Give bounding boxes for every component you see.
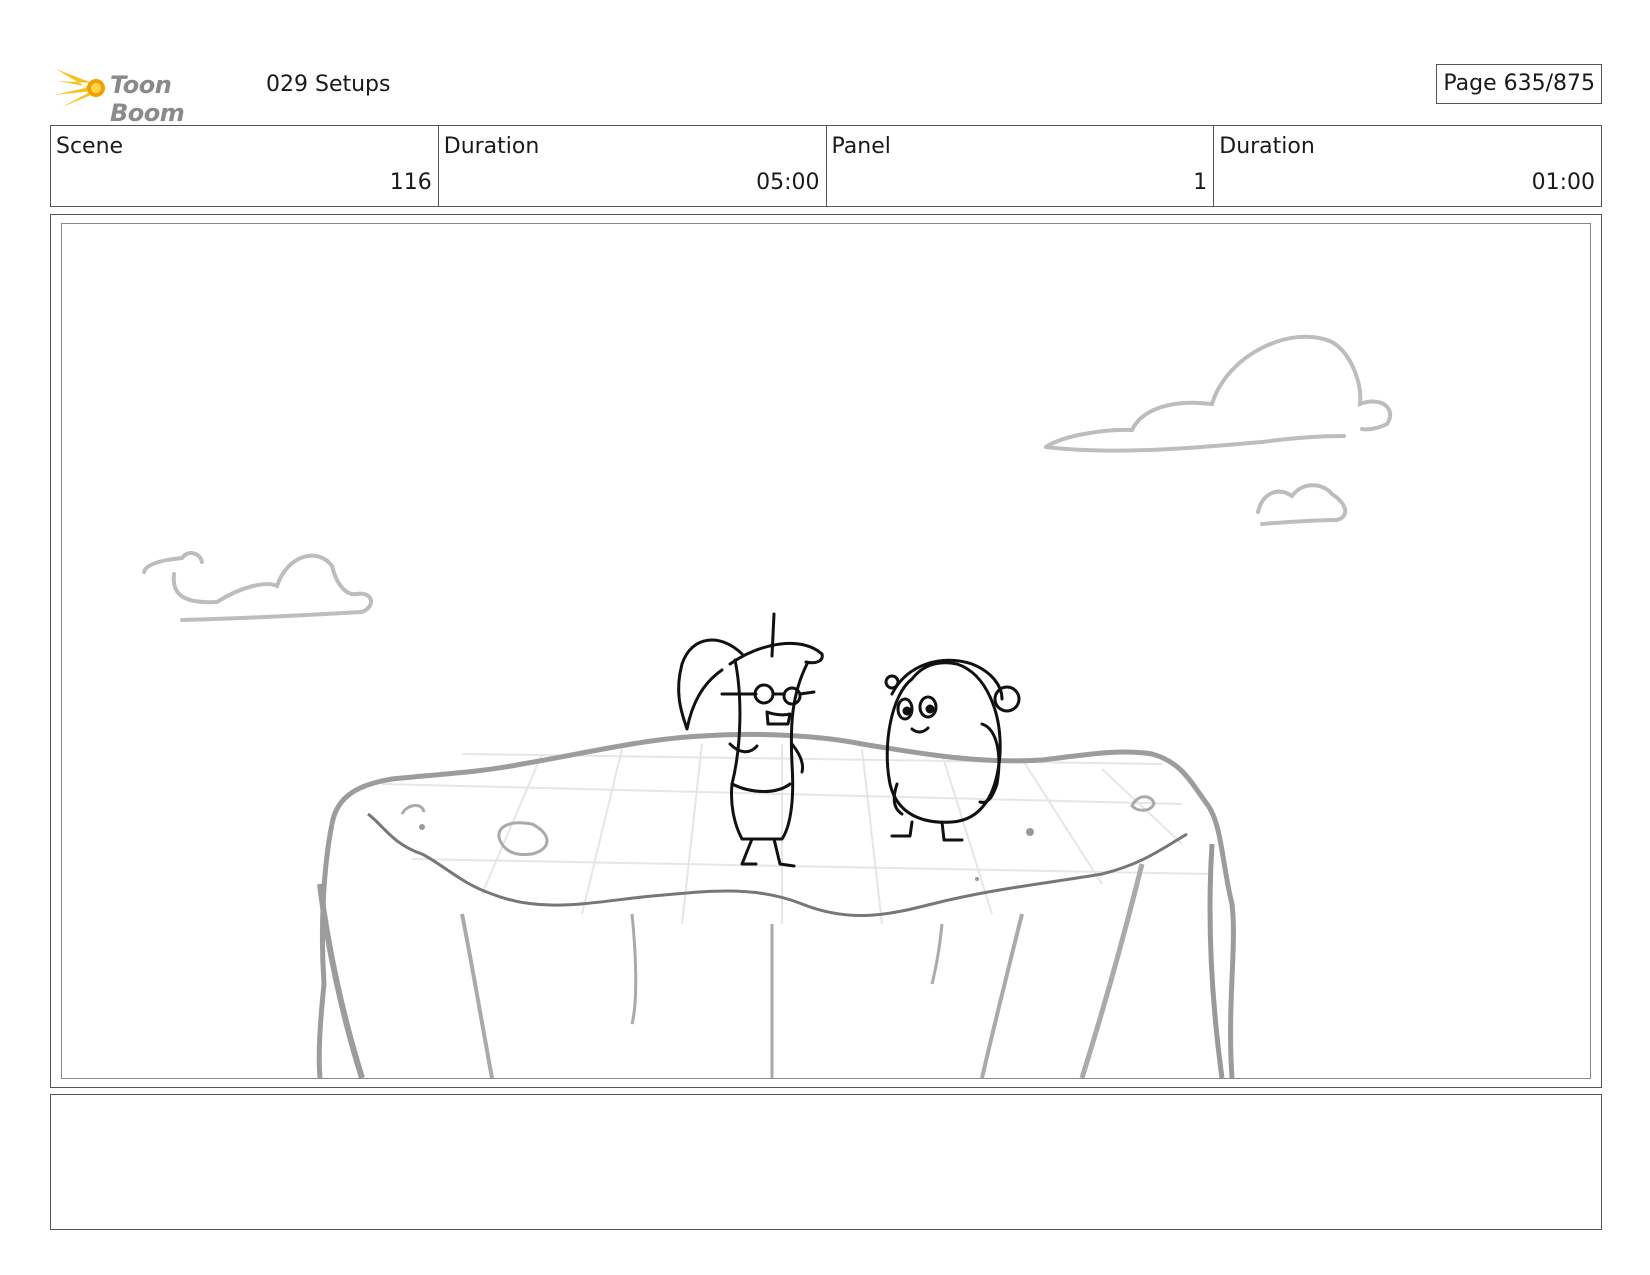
cliff-icon <box>316 731 1236 1078</box>
panel-label: Panel <box>831 134 891 159</box>
toon-boom-logo-icon <box>54 69 105 107</box>
scene-value: 116 <box>389 170 432 195</box>
scene-label: Scene <box>56 134 124 159</box>
scene-duration-value: 05:00 <box>756 170 820 195</box>
panel-cell: Panel 1 <box>827 126 1215 206</box>
panel-duration-label: Duration <box>1219 134 1315 159</box>
page-number: Page 635/875 <box>1436 64 1602 104</box>
document-title: 029 Setups <box>266 72 391 97</box>
toon-boom-logo: Toon Boom <box>52 59 252 127</box>
page-header: Toon Boom 029 Setups Page 635/875 <box>50 55 1602 127</box>
tall-character-icon <box>677 612 824 868</box>
panel-notes <box>50 1094 1602 1230</box>
panel-duration-cell: Duration 01:00 <box>1214 126 1601 206</box>
panel-drawing-area <box>61 223 1591 1079</box>
scene-info-table: Scene 116 Duration 05:00 Panel 1 Duratio… <box>50 125 1602 207</box>
logo-text: Toon Boom <box>110 71 185 127</box>
panel-duration-value: 01:00 <box>1531 170 1595 195</box>
panel-sketch <box>142 334 1393 1078</box>
scene-cell: Scene 116 <box>51 126 439 206</box>
cloud-icon <box>142 334 1393 622</box>
storyboard-panel <box>50 214 1602 1088</box>
scene-duration-label: Duration <box>443 134 540 159</box>
scene-duration-cell: Duration 05:00 <box>439 126 827 206</box>
panel-value: 1 <box>1193 170 1208 195</box>
